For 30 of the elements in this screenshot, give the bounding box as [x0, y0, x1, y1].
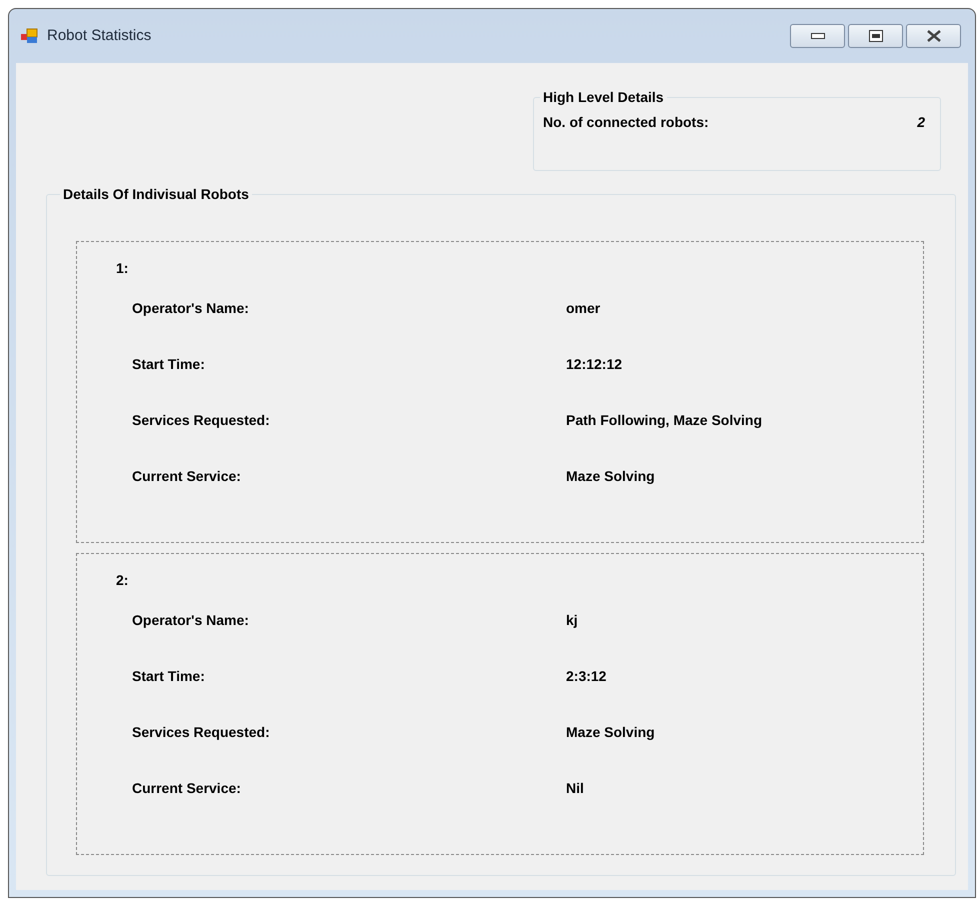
- field-value: 2:3:12: [566, 666, 606, 686]
- robot-number: 2:: [116, 571, 128, 590]
- field-value: omer: [566, 298, 600, 318]
- field-value: 12:12:12: [566, 354, 622, 374]
- field-label: Current Service:: [132, 778, 242, 798]
- connected-robots-label: No. of connected robots:: [543, 113, 709, 132]
- field-label: Operator's Name:: [132, 298, 250, 318]
- close-icon: [926, 30, 942, 42]
- field-value: Maze Solving: [566, 722, 655, 742]
- field-value: Nil: [566, 778, 584, 798]
- group-title: High Level Details: [540, 89, 667, 105]
- minimize-button[interactable]: [790, 24, 845, 48]
- field-label: Services Requested:: [132, 722, 271, 742]
- maximize-icon: [868, 30, 882, 42]
- maximize-button[interactable]: [848, 24, 903, 48]
- robot-number: 1:: [116, 259, 128, 278]
- field-label: Current Service:: [132, 466, 242, 486]
- field-value: Maze Solving: [566, 466, 655, 486]
- field-value: Path Following, Maze Solving: [566, 410, 762, 430]
- app-icon: [21, 28, 39, 44]
- field-label: Start Time:: [132, 666, 206, 686]
- field-label: Services Requested:: [132, 410, 271, 430]
- window-title: Robot Statistics: [47, 26, 152, 46]
- connected-robots-value: 2: [917, 113, 925, 132]
- minimize-icon: [810, 33, 824, 39]
- group-title: Details Of Indivisual Robots: [60, 186, 252, 202]
- field-value: kj: [566, 610, 578, 630]
- field-label: Start Time:: [132, 354, 206, 374]
- field-label: Operator's Name:: [132, 610, 250, 630]
- close-button[interactable]: [906, 24, 961, 48]
